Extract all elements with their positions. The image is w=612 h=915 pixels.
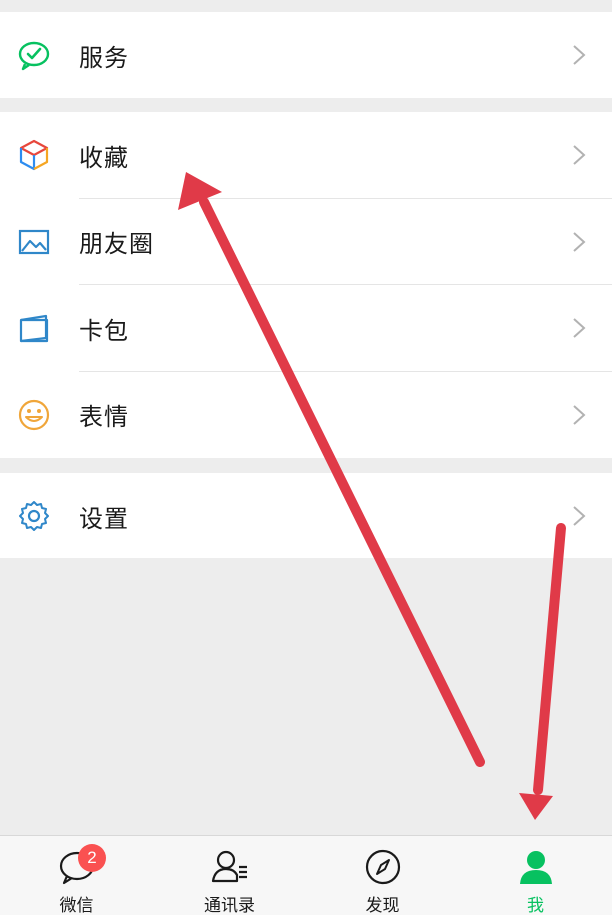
card-icon: [17, 311, 51, 345]
chevron-right-icon: [572, 144, 586, 166]
services-group: 服务: [0, 12, 612, 98]
person-icon: [516, 847, 556, 887]
gear-icon: [17, 499, 51, 533]
menu-item-favorites[interactable]: 收藏: [0, 112, 612, 199]
chevron-right-icon: [572, 317, 586, 339]
tab-label: 通讯录: [204, 896, 255, 915]
tab-discover[interactable]: 发现: [306, 836, 459, 915]
chevron-right-icon: [572, 404, 586, 426]
menu-item-label: 朋友圈: [79, 230, 154, 259]
bottom-tab-bar: 2 微信 通讯录 发现 我: [0, 835, 612, 915]
photo-icon: [17, 225, 51, 259]
menu-item-settings[interactable]: 设置: [0, 473, 612, 559]
menu-item-stickers[interactable]: 表情: [0, 372, 612, 459]
me-screen: 服务 收藏 朋友圈 卡包 表情 设置 2 微信 通讯录 发现 我: [0, 0, 612, 915]
menu-item-cards[interactable]: 卡包: [0, 285, 612, 372]
cube-icon: [17, 138, 51, 172]
contacts-icon: [210, 847, 250, 887]
menu-item-moments[interactable]: 朋友圈: [0, 199, 612, 285]
menu-item-services[interactable]: 服务: [0, 12, 612, 98]
menu-item-label: 表情: [79, 403, 129, 432]
chevron-right-icon: [572, 44, 586, 66]
wechat-pay-icon: [17, 38, 51, 72]
menu-item-label: 收藏: [79, 143, 129, 172]
tab-label: 我: [527, 896, 544, 915]
smiley-icon: [17, 398, 51, 432]
menu-item-label: 服务: [79, 43, 129, 72]
settings-group: 设置: [0, 473, 612, 558]
arrow-to-me-tab: [519, 523, 566, 820]
discover-items-group: 收藏 朋友圈 卡包 表情: [0, 112, 612, 458]
tab-chats[interactable]: 2 微信: [0, 836, 153, 915]
menu-item-label: 卡包: [79, 316, 129, 345]
tab-me[interactable]: 我: [459, 836, 612, 915]
compass-icon: [363, 847, 403, 887]
chevron-right-icon: [572, 231, 586, 253]
menu-item-label: 设置: [79, 504, 129, 533]
tab-contacts[interactable]: 通讯录: [153, 836, 306, 915]
tab-label: 微信: [59, 896, 94, 915]
unread-badge: 2: [78, 844, 106, 872]
chevron-right-icon: [572, 505, 586, 527]
tab-label: 发现: [365, 896, 400, 915]
